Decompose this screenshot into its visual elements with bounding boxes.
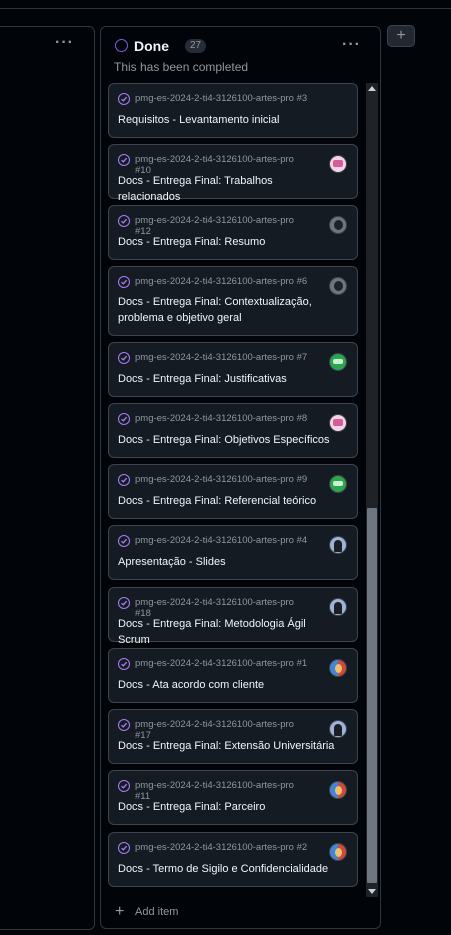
- issue-title[interactable]: Docs - Termo de Sigilo e Confidencialida…: [118, 861, 338, 877]
- closed-issue-check-icon: [118, 474, 130, 486]
- assignee-avatar[interactable]: [329, 414, 347, 432]
- issue-reference[interactable]: pmg-es-2024-2-ti4-3126100-artes-pro #4: [135, 535, 325, 546]
- issue-card[interactable]: pmg-es-2024-2-ti4-3126100-artes-pro #11 D…: [108, 770, 358, 825]
- assignee-avatar[interactable]: [329, 781, 347, 799]
- status-circle-icon: [115, 39, 128, 52]
- add-item-label: Add item: [135, 906, 179, 918]
- closed-issue-check-icon: [118, 780, 130, 792]
- closed-issue-check-icon: [118, 597, 130, 609]
- assignee-avatar[interactable]: [329, 843, 347, 861]
- column-menu-button[interactable]: ···: [342, 37, 361, 53]
- scroll-down-arrow-icon[interactable]: [368, 889, 376, 894]
- done-column: Done 27 ··· This has been completed pmg-…: [100, 26, 381, 929]
- issue-title[interactable]: Docs - Entrega Final: Referencial teóric…: [118, 493, 338, 509]
- closed-issue-check-icon: [118, 93, 130, 105]
- scroll-thumb[interactable]: [367, 508, 377, 883]
- issue-card[interactable]: pmg-es-2024-2-ti4-3126100-artes-pro #4 Ap…: [108, 525, 358, 580]
- issue-card[interactable]: pmg-es-2024-2-ti4-3126100-artes-pro #3 Re…: [108, 83, 358, 138]
- issue-title[interactable]: Docs - Entrega Final: Metodologia Ágil S…: [118, 616, 338, 648]
- issue-title[interactable]: Apresentação - Slides: [118, 554, 338, 570]
- issue-reference[interactable]: pmg-es-2024-2-ti4-3126100-artes-pro #1: [135, 658, 325, 669]
- issue-title[interactable]: Docs - Entrega Final: Objetivos Específi…: [118, 432, 338, 448]
- issue-reference[interactable]: pmg-es-2024-2-ti4-3126100-artes-pro #6: [135, 276, 325, 287]
- scrollbar[interactable]: [366, 83, 378, 897]
- assignee-avatar[interactable]: [329, 155, 347, 173]
- issue-reference[interactable]: pmg-es-2024-2-ti4-3126100-artes-pro #7: [135, 352, 325, 363]
- closed-issue-check-icon: [118, 352, 130, 364]
- issue-title[interactable]: Docs - Entrega Final: Extensão Universit…: [118, 738, 338, 754]
- issue-card[interactable]: pmg-es-2024-2-ti4-3126100-artes-pro #8 Do…: [108, 403, 358, 458]
- column-description: This has been completed: [114, 60, 249, 74]
- assignee-avatar[interactable]: [329, 353, 347, 371]
- column-header: Done 27: [114, 38, 374, 56]
- issue-card[interactable]: pmg-es-2024-2-ti4-3126100-artes-pro #2 Do…: [108, 832, 358, 887]
- issue-title[interactable]: Docs - Entrega Final: Parceiro: [118, 799, 338, 815]
- closed-issue-check-icon: [118, 535, 130, 547]
- issue-reference[interactable]: pmg-es-2024-2-ti4-3126100-artes-pro #3: [135, 93, 325, 104]
- issue-card[interactable]: pmg-es-2024-2-ti4-3126100-artes-pro #7 Do…: [108, 342, 358, 397]
- assignee-avatar[interactable]: [329, 659, 347, 677]
- issue-title[interactable]: Docs - Entrega Final: Trabalhos relacion…: [118, 173, 338, 205]
- add-item-button[interactable]: + Add item: [115, 903, 265, 922]
- closed-issue-check-icon: [118, 276, 130, 288]
- assignee-avatar[interactable]: [329, 536, 347, 554]
- issue-title[interactable]: Requisitos - Levantamento inicial: [118, 112, 338, 128]
- assignee-avatar[interactable]: [329, 720, 347, 738]
- issue-title[interactable]: Docs - Entrega Final: Justificativas: [118, 371, 338, 387]
- column-title: Done: [134, 38, 169, 54]
- add-column-button[interactable]: +: [387, 25, 415, 47]
- column-menu-button[interactable]: ···: [55, 35, 74, 51]
- issue-title[interactable]: Docs - Ata acordo com cliente: [118, 677, 338, 693]
- issue-card[interactable]: pmg-es-2024-2-ti4-3126100-artes-pro #17 D…: [108, 709, 358, 764]
- closed-issue-check-icon: [118, 842, 130, 854]
- assignee-avatar[interactable]: [329, 216, 347, 234]
- issue-title[interactable]: Docs - Entrega Final: Resumo: [118, 234, 338, 250]
- issue-card[interactable]: pmg-es-2024-2-ti4-3126100-artes-pro #1 Do…: [108, 648, 358, 703]
- issue-title[interactable]: Docs - Entrega Final: Contextualização, …: [118, 294, 338, 326]
- closed-issue-check-icon: [118, 154, 130, 166]
- closed-issue-check-icon: [118, 215, 130, 227]
- plus-icon: +: [115, 903, 125, 920]
- issue-card[interactable]: pmg-es-2024-2-ti4-3126100-artes-pro #10 D…: [108, 144, 358, 203]
- closed-issue-check-icon: [118, 719, 130, 731]
- assignee-avatar[interactable]: [329, 475, 347, 493]
- issue-card[interactable]: pmg-es-2024-2-ti4-3126100-artes-pro #12 D…: [108, 205, 358, 260]
- issue-card[interactable]: pmg-es-2024-2-ti4-3126100-artes-pro #6 Do…: [108, 266, 358, 336]
- previous-column: ···: [0, 26, 95, 930]
- scroll-up-arrow-icon[interactable]: [368, 86, 376, 91]
- issue-reference[interactable]: pmg-es-2024-2-ti4-3126100-artes-pro #9: [135, 474, 325, 485]
- issue-card[interactable]: pmg-es-2024-2-ti4-3126100-artes-pro #9 Do…: [108, 464, 358, 519]
- item-count-badge: 27: [185, 39, 207, 53]
- top-divider: [0, 8, 451, 9]
- issue-card[interactable]: pmg-es-2024-2-ti4-3126100-artes-pro #18 D…: [108, 587, 358, 646]
- closed-issue-check-icon: [118, 658, 130, 670]
- assignee-avatar[interactable]: [329, 598, 347, 616]
- closed-issue-check-icon: [118, 413, 130, 425]
- assignee-avatar[interactable]: [329, 277, 347, 295]
- issue-reference[interactable]: pmg-es-2024-2-ti4-3126100-artes-pro #2: [135, 842, 325, 853]
- issue-reference[interactable]: pmg-es-2024-2-ti4-3126100-artes-pro #8: [135, 413, 325, 424]
